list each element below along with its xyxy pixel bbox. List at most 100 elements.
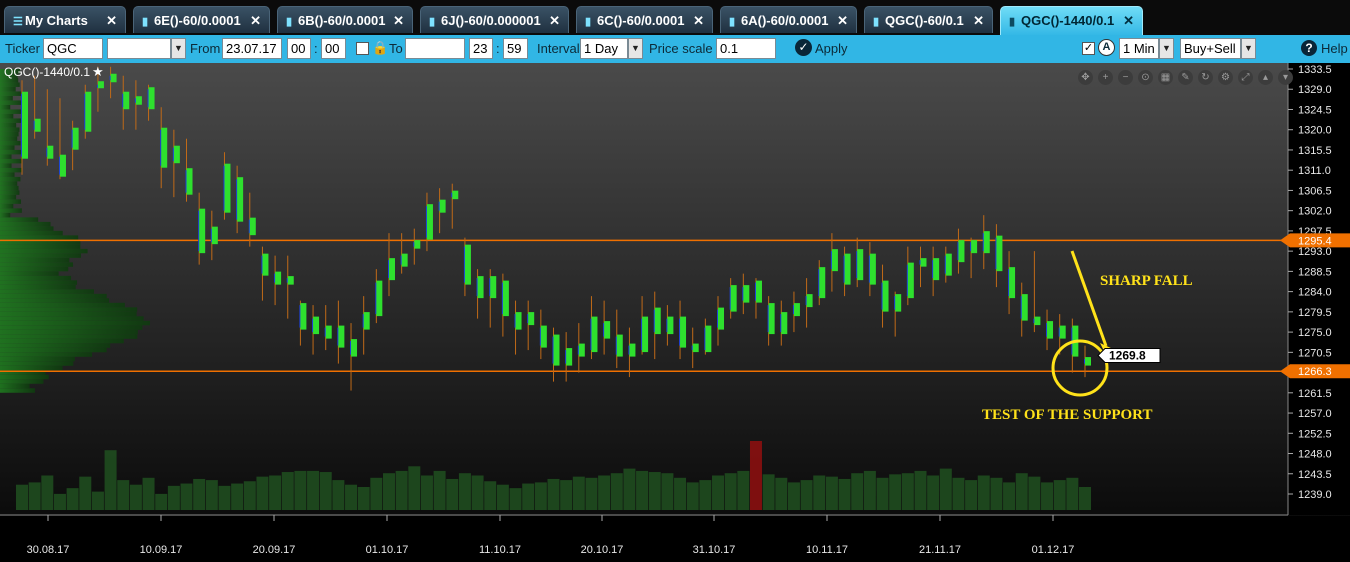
volume-bar <box>598 475 611 510</box>
close-icon[interactable]: ✕ <box>106 7 117 33</box>
tab-5[interactable]: ▮ 6A()-60/0.0001 ✕ <box>720 6 857 33</box>
last-price-label: 1269.8 <box>1109 348 1146 362</box>
volume-bar <box>800 480 813 510</box>
refresh-icon[interactable]: ↻ <box>1198 70 1213 85</box>
volume-bar <box>319 472 332 510</box>
volume-bar <box>256 476 269 510</box>
tab-1[interactable]: ▮ 6E()-60/0.0001 ✕ <box>133 6 270 33</box>
favorite-star-icon[interactable]: ★ <box>92 64 104 79</box>
volume-bar <box>167 485 180 510</box>
volume-bar <box>724 473 737 510</box>
ticker-input[interactable]: QGC <box>43 38 103 59</box>
y-tick-label: 1315.5 <box>1298 145 1332 157</box>
autoscroll-checkbox[interactable]: ✓ <box>1082 42 1095 55</box>
zoom-in-icon[interactable]: + <box>1098 70 1113 85</box>
close-icon[interactable]: ✕ <box>837 7 848 33</box>
lock-icon[interactable]: 🔒 <box>372 40 388 56</box>
close-icon[interactable]: ✕ <box>549 7 560 33</box>
price-chart[interactable]: 1333.5 1329.0 1324.5 1320.0 1315.5 1311.0 1306… <box>0 63 1350 562</box>
tab-4[interactable]: ▮ 6C()-60/0.0001 ✕ <box>576 6 713 33</box>
volume-bar <box>117 480 130 510</box>
zoom-out-icon[interactable]: − <box>1118 70 1133 85</box>
settings-icon[interactable]: ⚙ <box>1218 70 1233 85</box>
candle-volume-block <box>515 312 522 330</box>
volume-profile-bar <box>0 235 79 240</box>
menu-down-icon[interactable]: ▾ <box>1278 70 1293 85</box>
chart-toolbar: Ticker QGC ▼ From 23.07.17 00 : 00 🔒 To … <box>0 35 1350 63</box>
side-select[interactable]: Buy+Sell <box>1180 38 1241 59</box>
volume-profile-bar <box>0 338 124 344</box>
price-scale-input[interactable]: 0.1 <box>716 38 776 59</box>
candle-volume-block <box>1047 321 1054 339</box>
tab-label: 6E()-60/0.0001 <box>154 13 241 28</box>
timeframe-select[interactable]: 1 Min <box>1119 38 1159 59</box>
bar-chart-icon: ▮ <box>1009 16 1016 28</box>
to-date-input[interactable] <box>405 38 465 59</box>
zoom-fit-icon[interactable]: ⊙ <box>1138 70 1153 85</box>
draw-icon[interactable]: ✎ <box>1178 70 1193 85</box>
auto-icon[interactable]: A <box>1098 39 1115 56</box>
volume-profile-bar <box>0 118 22 123</box>
volume-profile-bar <box>0 145 15 150</box>
collapse-icon[interactable]: ▴ <box>1258 70 1273 85</box>
close-icon[interactable]: ✕ <box>1123 7 1134 34</box>
candle-volume-block <box>705 325 712 353</box>
volume-bar <box>53 493 66 510</box>
candle-volume-block <box>249 217 256 236</box>
from-date-input[interactable]: 23.07.17 <box>222 38 282 59</box>
x-tick-label: 30.08.17 <box>27 544 70 556</box>
from-hour-input[interactable]: 00 <box>287 38 311 59</box>
apply-check-icon[interactable]: ✓ <box>795 39 812 56</box>
volume-profile-bar <box>0 248 88 254</box>
volume-bar <box>775 477 788 510</box>
side-dropdown-arrow-icon[interactable]: ▼ <box>1241 38 1256 59</box>
timeframe-dropdown-arrow-icon[interactable]: ▼ <box>1159 38 1174 59</box>
to-enable-checkbox[interactable] <box>356 42 369 55</box>
interval-select[interactable]: 1 Day <box>580 38 628 59</box>
interval-dropdown-arrow-icon[interactable]: ▼ <box>628 38 643 59</box>
help-link[interactable]: Help <box>1321 41 1348 56</box>
grid-icon[interactable]: ▦ <box>1158 70 1173 85</box>
volume-profile-bar <box>0 343 111 348</box>
help-icon[interactable]: ? <box>1301 40 1317 56</box>
candle-volume-block <box>199 208 206 254</box>
ticker-dropdown[interactable] <box>107 38 171 59</box>
expand-icon[interactable]: ⤢ <box>1238 70 1253 85</box>
tab-0[interactable]: ☰ My Charts ✕ <box>4 6 126 33</box>
candle-volume-block <box>388 258 395 281</box>
volume-profile-bar <box>0 185 19 191</box>
candle-volume-block <box>47 145 54 159</box>
tab-label: 6J()-60/0.000001 <box>441 13 541 28</box>
x-tick-label: 20.09.17 <box>253 544 296 556</box>
volume-bar <box>1066 477 1079 510</box>
tab-6[interactable]: ▮ QGC()-60/0.1 ✕ <box>864 6 993 33</box>
close-icon[interactable]: ✕ <box>250 7 261 33</box>
chart-area[interactable]: 1333.5 1329.0 1324.5 1320.0 1315.5 1311.0 1306… <box>0 63 1350 562</box>
tab-label: 6C()-60/0.0001 <box>597 13 685 28</box>
from-minute-input[interactable]: 00 <box>321 38 346 59</box>
close-icon[interactable]: ✕ <box>393 7 404 33</box>
volume-profile-bar <box>0 316 144 321</box>
tab-7[interactable]: ▮ QGC()-1440/0.1 ✕ <box>1000 6 1143 35</box>
bar-chart-icon: ▮ <box>429 16 436 28</box>
to-minute-input[interactable]: 59 <box>503 38 528 59</box>
volume-bar <box>193 478 206 510</box>
tab-3[interactable]: ▮ 6J()-60/0.000001 ✕ <box>420 6 569 33</box>
apply-button[interactable]: Apply <box>815 41 848 56</box>
candle-volume-block <box>591 316 598 353</box>
volume-profile-bar <box>0 275 72 281</box>
candle-volume-block <box>72 127 79 150</box>
ticker-dropdown-arrow-icon[interactable]: ▼ <box>171 38 186 59</box>
volume-bar <box>370 477 383 510</box>
close-icon[interactable]: ✕ <box>973 7 984 33</box>
tab-2[interactable]: ▮ 6B()-60/0.0001 ✕ <box>277 6 413 33</box>
volume-bar <box>825 476 838 510</box>
interval-label: Interval <box>537 41 580 56</box>
volume-bar <box>610 473 623 510</box>
close-icon[interactable]: ✕ <box>693 7 704 33</box>
volume-bar <box>484 481 497 510</box>
candle-volume-block <box>110 73 117 83</box>
time-separator-2: : <box>496 41 500 56</box>
move-icon[interactable]: ✥ <box>1078 70 1093 85</box>
to-hour-input[interactable]: 23 <box>469 38 493 59</box>
